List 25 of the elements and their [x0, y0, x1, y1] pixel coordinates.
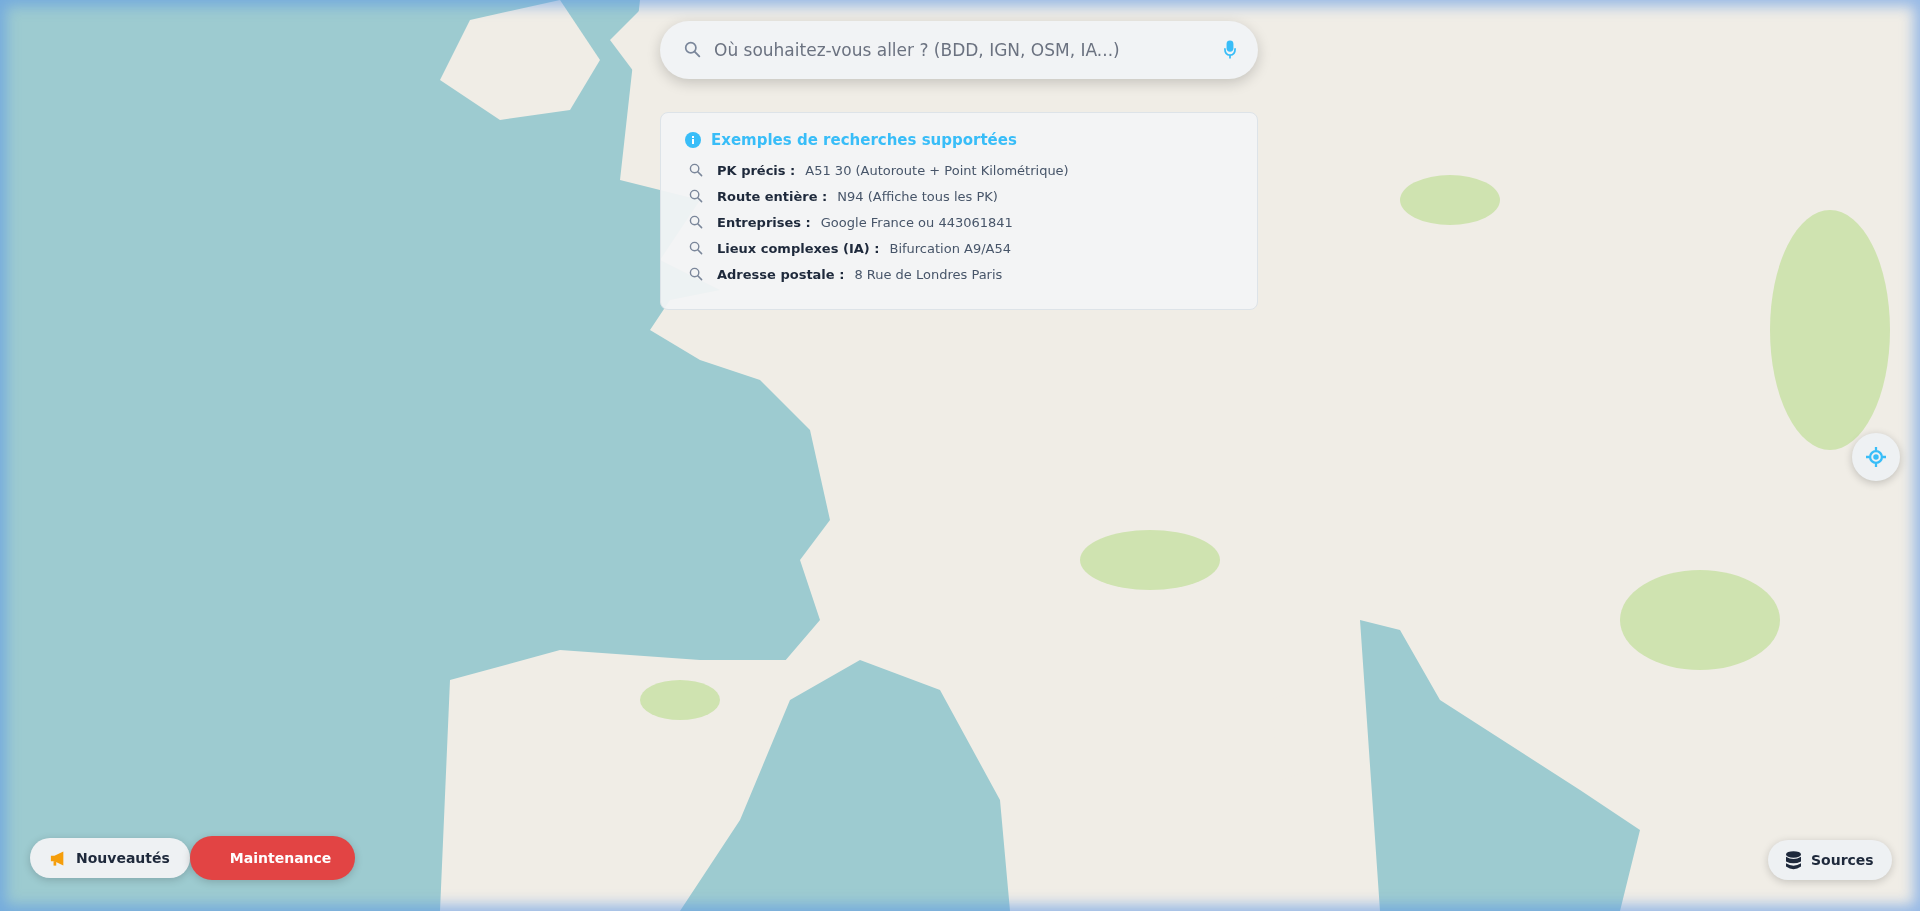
example-query[interactable]: Google France ou 443061841	[820, 214, 1013, 230]
example-query[interactable]: N94 (Affiche tous les PK)	[837, 188, 998, 204]
example-label: Entreprises :	[717, 214, 811, 230]
example-query[interactable]: 8 Rue de Londres Paris	[854, 266, 1003, 282]
example-label: Adresse postale :	[717, 266, 845, 282]
sources-button[interactable]: Sources	[1768, 840, 1892, 880]
search-icon	[689, 241, 703, 255]
search-icon	[689, 163, 703, 177]
example-query[interactable]: Bifurcation A9/A54	[889, 240, 1011, 256]
search-field[interactable]: Où souhaitez-vous aller ? (BDD, IGN, OSM, IA...)	[660, 21, 1258, 79]
news-button[interactable]: Nouveautés	[30, 838, 190, 878]
info-icon	[685, 132, 701, 148]
maintenance-button[interactable]: Maintenance	[189, 836, 356, 880]
search-icon	[689, 267, 703, 281]
examples-title: Exemples de recherches supportées	[711, 131, 1017, 149]
megaphone-icon	[50, 850, 66, 866]
database-icon	[1786, 850, 1801, 870]
search-icon	[689, 189, 703, 203]
example-query[interactable]: A51 30 (Autoroute + Point Kilométrique)	[805, 162, 1069, 178]
microphone-icon[interactable]	[1224, 40, 1236, 60]
example-label: Route entière :	[717, 188, 828, 204]
search-icon	[689, 215, 703, 229]
example-label: Lieux complexes (IA) :	[717, 240, 880, 256]
example-label: PK précis :	[717, 162, 796, 178]
crosshair-icon	[1866, 447, 1886, 467]
